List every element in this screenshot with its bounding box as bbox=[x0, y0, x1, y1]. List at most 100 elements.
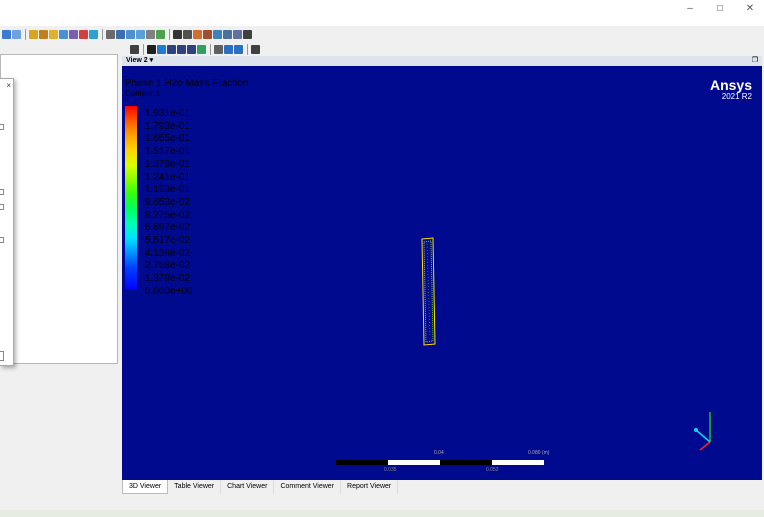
function-calculator-icon[interactable] bbox=[146, 29, 155, 39]
dialog-field[interactable] bbox=[0, 124, 4, 130]
fit-view-icon[interactable] bbox=[187, 44, 196, 54]
tab-chart-viewer[interactable]: Chart Viewer bbox=[221, 480, 275, 494]
3d-viewport[interactable]: Ansys 2021 R2 Phase 1.H2o Mass Fraction … bbox=[122, 66, 762, 480]
legend-color-bar bbox=[125, 106, 137, 290]
dialog-field[interactable] bbox=[0, 204, 4, 210]
dialog-field[interactable] bbox=[0, 237, 4, 243]
streamline-icon[interactable] bbox=[59, 29, 68, 39]
legend-labels: 1.931e-01 1.793e-01 1.655e-01 1.517e-01 … bbox=[145, 108, 193, 299]
location-icon[interactable] bbox=[29, 29, 38, 39]
legend-label: 1.931e-01 bbox=[145, 108, 191, 119]
comment-icon[interactable] bbox=[136, 29, 145, 39]
minimize-button[interactable]: – bbox=[678, 0, 702, 18]
menu-bar bbox=[0, 18, 764, 26]
x-axis-icon bbox=[699, 441, 711, 451]
scale-label-end: 0.080 (m) bbox=[528, 450, 550, 456]
zoom-mode-icon[interactable] bbox=[197, 44, 206, 54]
quick-editor-icon[interactable] bbox=[193, 29, 202, 39]
geometry-mesh bbox=[423, 240, 434, 343]
particle-track-icon[interactable] bbox=[69, 29, 78, 39]
brand-name: Ansys bbox=[709, 77, 752, 93]
outline-tree[interactable] bbox=[0, 54, 118, 364]
zoom-box-icon[interactable] bbox=[177, 44, 186, 54]
legend-label: 6.897e-02 bbox=[145, 222, 191, 234]
view-toolbar bbox=[122, 42, 764, 56]
layout-icon[interactable] bbox=[214, 44, 223, 54]
toolbar-separator bbox=[25, 28, 26, 40]
ansys-logo: Ansys 2021 R2 bbox=[710, 78, 752, 102]
tab-table-viewer[interactable]: Table Viewer bbox=[168, 480, 222, 494]
scale-segment bbox=[440, 460, 492, 465]
print-icon[interactable] bbox=[233, 29, 242, 39]
legend-subtitle: Contour 1 bbox=[125, 89, 161, 98]
main-toolbar bbox=[0, 26, 764, 42]
legend-label: 5.517e-02 bbox=[145, 235, 191, 247]
rotate-icon[interactable] bbox=[147, 44, 156, 54]
viewer-tabs: 3D Viewer Table Viewer Chart Viewer Comm… bbox=[122, 480, 762, 494]
axis-triad bbox=[694, 412, 711, 451]
brand-version: 2021 R2 bbox=[721, 92, 752, 101]
snap-icon[interactable] bbox=[251, 44, 260, 54]
zoom-icon[interactable] bbox=[167, 44, 176, 54]
isosurface-icon[interactable] bbox=[89, 29, 98, 39]
legend-label: 1.517e-01 bbox=[145, 146, 191, 158]
dialog-field[interactable] bbox=[0, 189, 4, 195]
close-window-button[interactable]: ✕ bbox=[738, 0, 762, 18]
z-axis-marker bbox=[694, 428, 698, 432]
macro-icon[interactable] bbox=[156, 29, 165, 39]
legend-label: 1.103e-01 bbox=[145, 184, 191, 196]
title-bar: – □ ✕ bbox=[0, 0, 764, 18]
expression-icon[interactable] bbox=[106, 29, 115, 39]
taskbar bbox=[0, 510, 764, 517]
legend-label: 1.241e-01 bbox=[145, 171, 191, 183]
maximize-button[interactable]: □ bbox=[708, 0, 732, 18]
toolbar-separator bbox=[102, 28, 103, 40]
legend-label: 0.000e+00 bbox=[145, 285, 193, 297]
scale-label-right: 0.052 bbox=[486, 467, 499, 473]
legend-label: 4.138e-02 bbox=[145, 247, 191, 259]
view-title[interactable]: View 2 ▾ bbox=[126, 57, 153, 64]
pan-icon[interactable] bbox=[157, 44, 166, 54]
geometry-mesh bbox=[426, 243, 431, 337]
scale-label-left: 0.035 bbox=[384, 467, 397, 473]
legend-label: 8.275e-02 bbox=[145, 209, 191, 221]
volume-rendering-icon[interactable] bbox=[79, 29, 88, 39]
toolbar-separator bbox=[247, 43, 248, 55]
export-image-icon[interactable] bbox=[243, 29, 252, 39]
tab-3d-viewer[interactable]: 3D Viewer bbox=[122, 480, 169, 494]
maximize-view-icon[interactable]: ❐ bbox=[752, 56, 758, 66]
chart-icon[interactable] bbox=[126, 29, 135, 39]
status-bar bbox=[0, 500, 764, 510]
tab-report-viewer[interactable]: Report Viewer bbox=[341, 480, 399, 494]
details-dialog: × bbox=[0, 78, 14, 366]
legend-label: 9.653e-02 bbox=[145, 196, 191, 208]
z-axis-icon bbox=[695, 429, 711, 443]
save-icon[interactable] bbox=[2, 29, 11, 39]
select-icon[interactable] bbox=[130, 44, 139, 54]
outline-pane bbox=[0, 42, 120, 500]
toolbar-separator bbox=[169, 28, 170, 40]
tab-comment-viewer[interactable]: Comment Viewer bbox=[274, 480, 342, 494]
vector-icon[interactable] bbox=[39, 29, 48, 39]
sync-view-icon[interactable] bbox=[234, 44, 243, 54]
close-icon[interactable]: × bbox=[6, 81, 11, 90]
scale-segment bbox=[492, 460, 544, 465]
scale-segment bbox=[388, 460, 440, 465]
legend-label: 1.655e-01 bbox=[145, 133, 191, 145]
dialog-input[interactable] bbox=[0, 351, 4, 361]
table-icon[interactable] bbox=[116, 29, 125, 39]
case-comparison-icon[interactable] bbox=[213, 29, 222, 39]
frame-icon[interactable] bbox=[223, 29, 232, 39]
timestep-icon[interactable] bbox=[173, 29, 182, 39]
legend-label: 1.379e-02 bbox=[145, 273, 191, 285]
animation-icon[interactable] bbox=[183, 29, 192, 39]
toolbar-separator bbox=[210, 43, 211, 55]
open-icon[interactable] bbox=[12, 29, 21, 39]
view-header: View 2 ▾ ❐ bbox=[122, 56, 762, 66]
probe-icon[interactable] bbox=[203, 29, 212, 39]
legend-label: 1.379e-01 bbox=[145, 158, 191, 170]
contour-geometry[interactable] bbox=[418, 236, 440, 348]
viewport-layout-icon[interactable] bbox=[224, 44, 233, 54]
contour-icon[interactable] bbox=[49, 29, 58, 39]
scale-segment bbox=[336, 460, 388, 465]
